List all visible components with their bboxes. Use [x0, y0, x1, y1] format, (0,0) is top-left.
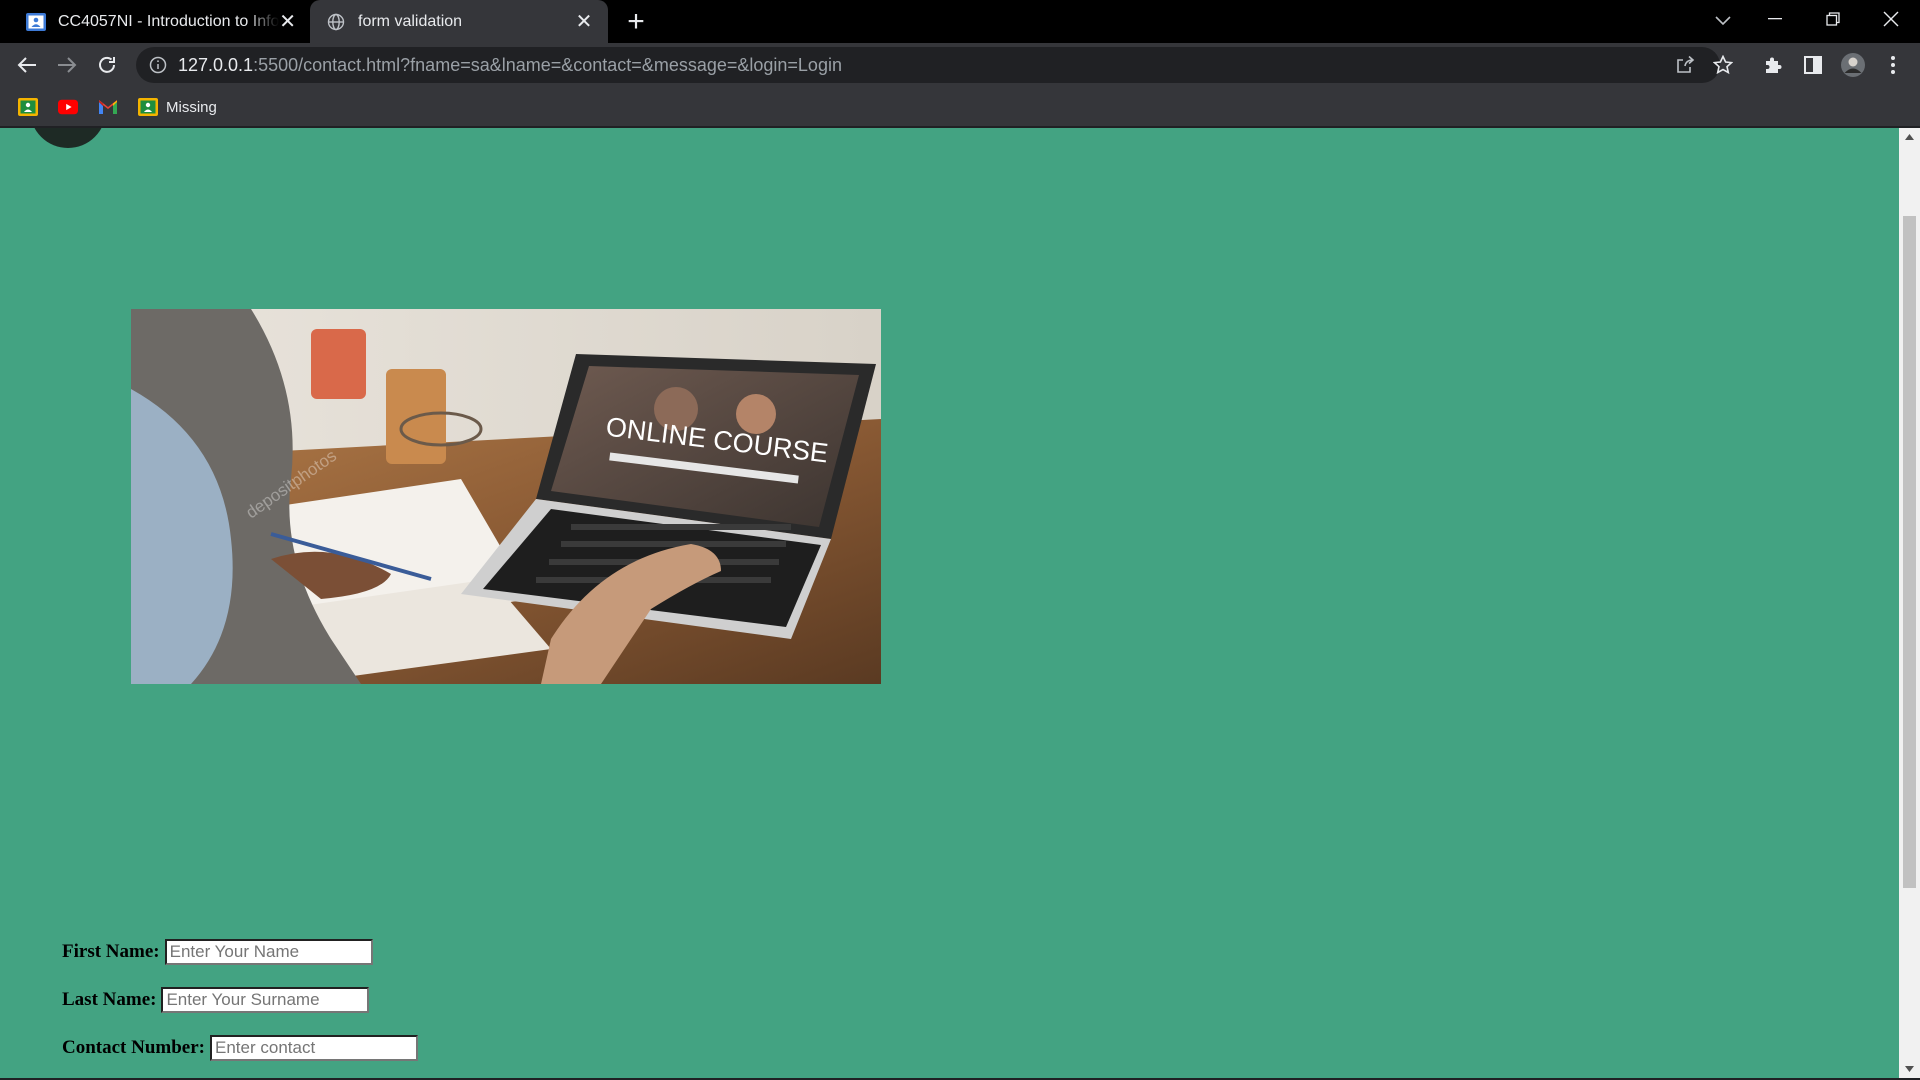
hero-image-online-course: ONLINE COURSE depositphotos — [131, 309, 881, 684]
first-name-input[interactable] — [164, 939, 373, 965]
tab-form-validation[interactable]: form validation ✕ — [310, 0, 608, 43]
side-panel-icon[interactable] — [1798, 50, 1828, 80]
first-name-row: First Name: — [62, 938, 418, 966]
tab-classroom[interactable]: CC4057NI - Introduction to Information S… — [12, 0, 308, 43]
gmail-icon — [98, 97, 118, 117]
last-name-input[interactable] — [161, 987, 370, 1013]
minimize-icon[interactable] — [1746, 0, 1804, 38]
bookmark-classroom-1[interactable] — [18, 96, 38, 118]
last-name-row: Last Name: — [62, 986, 418, 1014]
url-host: 127.0.0.1 — [178, 55, 254, 75]
tab-search-chevron-icon[interactable] — [1708, 6, 1738, 36]
contact-number-label: Contact Number: — [62, 1037, 206, 1058]
first-name-label: First Name: — [62, 941, 160, 962]
youtube-icon — [58, 97, 78, 117]
logo-circle — [30, 128, 106, 148]
scrollbar-thumb[interactable] — [1903, 216, 1916, 888]
classroom-icon — [138, 97, 158, 117]
site-info-icon[interactable] — [148, 55, 168, 75]
contact-number-row: Contact Number: — [62, 1034, 419, 1062]
url-text[interactable]: 127.0.0.1:5500/contact.html?fname=sa&lna… — [178, 47, 842, 83]
extensions-puzzle-icon[interactable] — [1758, 50, 1788, 80]
forward-arrow-icon[interactable] — [52, 50, 82, 80]
bookmark-youtube[interactable] — [58, 96, 78, 118]
bookmark-gmail[interactable] — [98, 96, 118, 118]
contact-number-input[interactable] — [210, 1035, 419, 1061]
reload-icon[interactable] — [92, 50, 122, 80]
classroom-icon — [26, 12, 46, 32]
bookmark-label: Missing — [166, 98, 217, 116]
page-viewport: ONLINE COURSE depositphotos First Name: … — [0, 128, 1899, 1078]
restore-icon[interactable] — [1804, 0, 1862, 38]
share-icon[interactable] — [1672, 53, 1698, 77]
scroll-down-arrow-icon[interactable] — [1899, 1060, 1920, 1078]
classroom-icon — [18, 97, 38, 117]
bookmark-star-icon[interactable] — [1710, 53, 1736, 77]
contact-form: First Name: Last Name: Contact Number: — [62, 938, 419, 1078]
back-arrow-icon[interactable] — [12, 50, 42, 80]
browser-toolbar: 127.0.0.1:5500/contact.html?fname=sa&lna… — [0, 43, 1920, 87]
window-close-icon[interactable] — [1862, 0, 1920, 38]
tab-close-icon[interactable]: ✕ — [572, 10, 596, 34]
page-scrollbar[interactable] — [1899, 128, 1920, 1078]
menu-kebab-icon[interactable] — [1878, 50, 1908, 80]
tab-title: form validation — [358, 12, 463, 30]
tab-strip: CC4057NI - Introduction to Information S… — [0, 0, 1920, 43]
bookmarks-bar: Missing — [0, 87, 1920, 127]
bookmark-missing[interactable]: Missing — [138, 96, 217, 118]
scroll-up-arrow-icon[interactable] — [1899, 128, 1920, 146]
last-name-label: Last Name: — [62, 989, 157, 1010]
new-tab-button[interactable]: + — [622, 5, 650, 38]
globe-icon — [326, 12, 346, 32]
url-path: :5500/contact.html?fname=sa&lname=&conta… — [253, 55, 842, 75]
tab-close-icon[interactable]: ✕ — [279, 10, 296, 34]
tab-title: CC4057NI - Introduction to Information S… — [58, 12, 280, 30]
profile-avatar[interactable] — [1838, 50, 1868, 80]
address-bar[interactable]: 127.0.0.1:5500/contact.html?fname=sa&lna… — [136, 47, 1733, 83]
